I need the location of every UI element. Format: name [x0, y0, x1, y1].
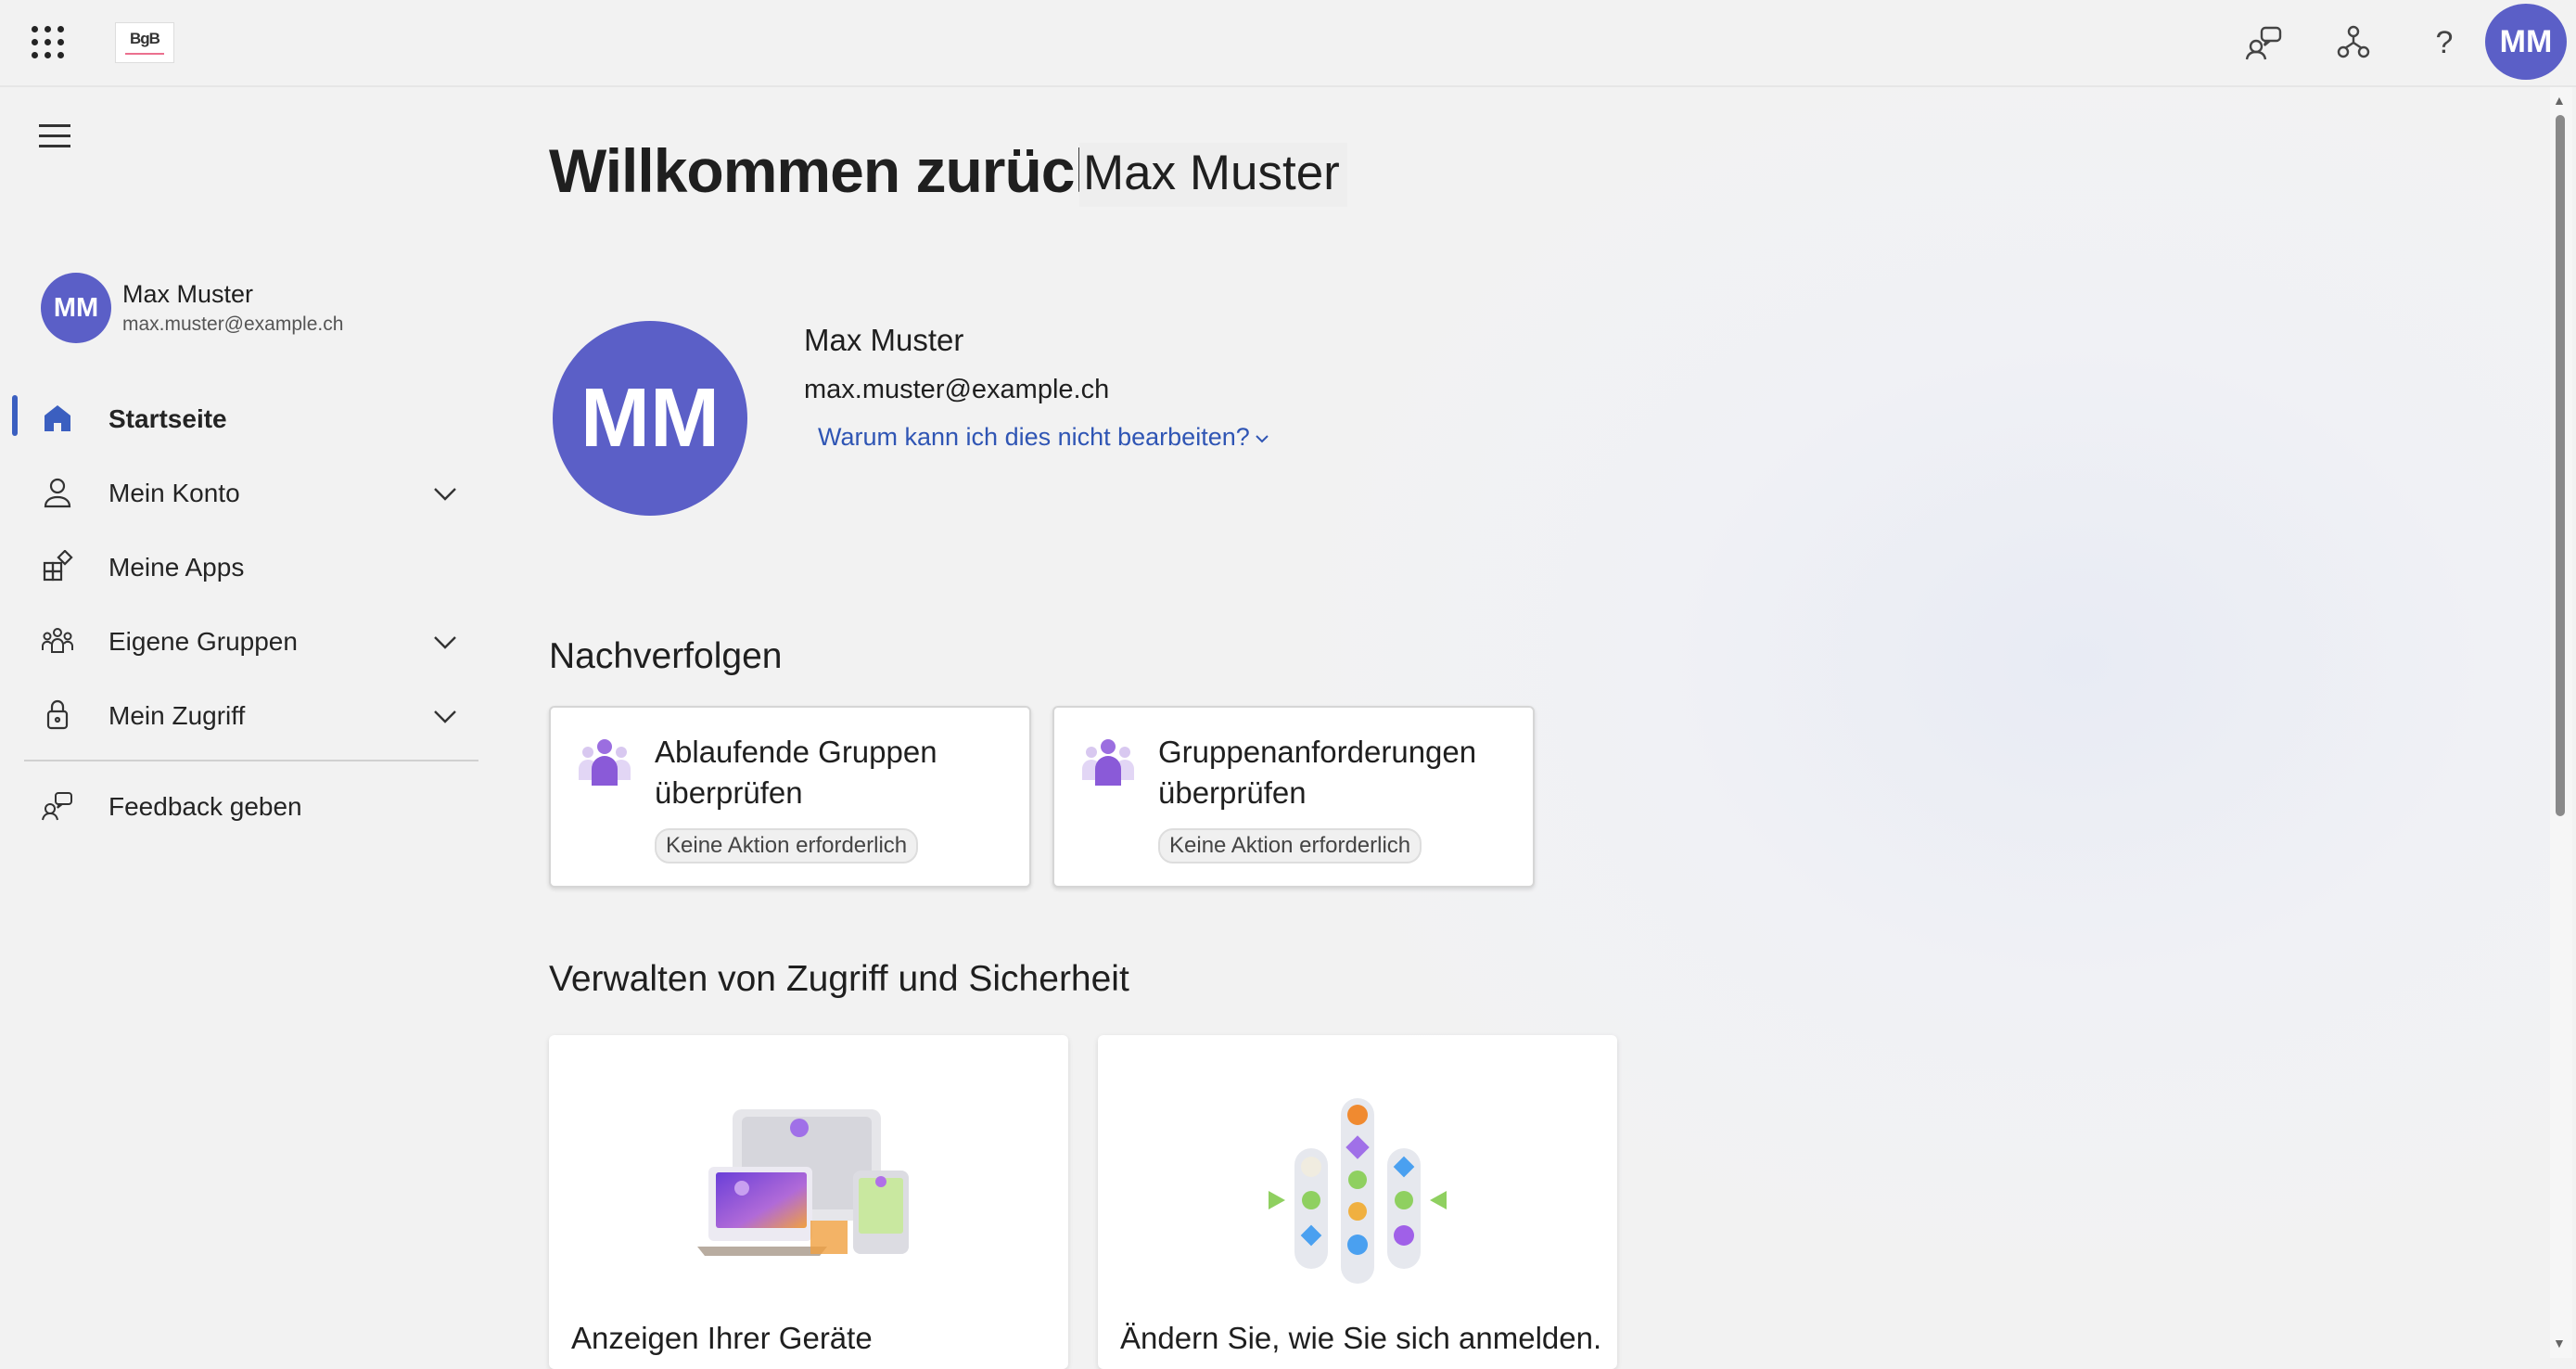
sidebar-item-label: Mein Konto — [108, 479, 240, 507]
sidebar-item-startseite[interactable]: Startseite — [19, 386, 482, 451]
sidebar-item-label: Meine Apps — [108, 553, 245, 582]
feedback-icon — [42, 792, 72, 821]
people-icon — [1082, 739, 1134, 786]
scroll-up-icon[interactable]: ▲ — [2553, 93, 2566, 108]
active-indicator — [12, 395, 18, 436]
home-icon — [45, 405, 70, 431]
card-title-line: überprüfen — [655, 775, 803, 810]
manage-section-title: Verwalten von Zugriff und Sicherheit — [549, 959, 1129, 999]
sidebar-item-meine-apps[interactable]: Meine Apps — [19, 534, 482, 599]
status-badge: Keine Aktion erforderlich — [655, 828, 919, 864]
person-icon — [44, 478, 71, 508]
chevron-down-icon[interactable] — [430, 479, 460, 508]
people-icon — [579, 739, 631, 786]
follow-section-title: Nachverfolgen — [549, 636, 783, 676]
sidebar-item-eigene-gruppen[interactable]: Eigene Gruppen — [19, 608, 482, 673]
follow-card-group-requests[interactable]: Gruppenanforderungen überprüfen Keine Ak… — [1052, 706, 1535, 888]
sidebar-divider — [24, 760, 478, 761]
page-title: Willkommen zurück, — [549, 136, 1125, 205]
sidebar-user-email: max.muster@example.ch — [122, 313, 344, 335]
apps-icon — [43, 550, 73, 582]
scrollbar-thumb[interactable] — [2556, 115, 2565, 816]
edit-info-link[interactable]: Warum kann ich dies nicht bearbeiten? — [818, 423, 1270, 452]
follow-card-expiring-groups[interactable]: Ablaufende Gruppen überprüfen Keine Akti… — [549, 706, 1031, 888]
sidebar-item-label: Startseite — [108, 404, 227, 433]
scroll-down-icon[interactable]: ▼ — [2553, 1336, 2566, 1350]
feedback-icon[interactable] — [2244, 22, 2285, 63]
page-title-name: Max Muster — [1079, 143, 1347, 207]
sidebar-item-mein-konto[interactable]: Mein Konto — [19, 460, 482, 525]
status-badge: Keine Aktion erforderlich — [1158, 828, 1422, 864]
profile-name: Max Muster — [804, 323, 964, 357]
devices-illustration-icon — [697, 1109, 909, 1256]
profile-email: max.muster@example.ch — [804, 375, 1110, 404]
lock-icon — [46, 699, 69, 730]
organization-logo[interactable]: BgB — [115, 22, 174, 63]
chevron-down-icon[interactable] — [430, 627, 460, 657]
tile-title: Ändern Sie, wie Sie sich anmelden. — [1120, 1321, 1602, 1355]
help-icon[interactable]: ? — [2424, 22, 2465, 63]
account-avatar[interactable]: MM — [2485, 4, 2567, 80]
profile-avatar: MM — [553, 321, 747, 516]
groups-icon — [42, 628, 73, 653]
sidebar-item-label: Mein Zugriff — [108, 701, 246, 730]
organization-icon[interactable] — [2333, 22, 2374, 63]
top-bar: BgB ? MM — [0, 0, 2576, 87]
tile-title: Anzeigen Ihrer Geräte — [571, 1321, 873, 1355]
card-title: Gruppenanforderungen überprüfen — [1158, 732, 1520, 813]
app-launcher-icon[interactable] — [32, 26, 65, 59]
menu-toggle-icon[interactable] — [39, 124, 70, 150]
card-title-line: Gruppenanforderungen — [1158, 735, 1477, 769]
sidebar-avatar: MM — [41, 273, 111, 343]
card-title-line: überprüfen — [1158, 775, 1307, 810]
sidebar-user-name: Max Muster — [122, 280, 254, 308]
edit-info-link-label: Warum kann ich dies nicht bearbeiten? — [818, 423, 1250, 451]
sign-in-illustration-icon — [1269, 1098, 1447, 1284]
tile-sign-in-methods[interactable]: Ändern Sie, wie Sie sich anmelden. — [1098, 1035, 1617, 1369]
chevron-down-icon — [1256, 435, 1269, 443]
sidebar-item-feedback[interactable]: Feedback geben — [19, 774, 482, 838]
card-title-line: Ablaufende Gruppen — [655, 735, 937, 769]
sidebar-item-mein-zugriff[interactable]: Mein Zugriff — [19, 683, 482, 748]
tile-devices[interactable]: Anzeigen Ihrer Geräte — [549, 1035, 1068, 1369]
card-title: Ablaufende Gruppen überprüfen — [655, 732, 1016, 813]
sidebar-item-label: Feedback geben — [108, 792, 302, 821]
sidebar-item-label: Eigene Gruppen — [108, 627, 298, 656]
chevron-down-icon[interactable] — [430, 701, 460, 731]
